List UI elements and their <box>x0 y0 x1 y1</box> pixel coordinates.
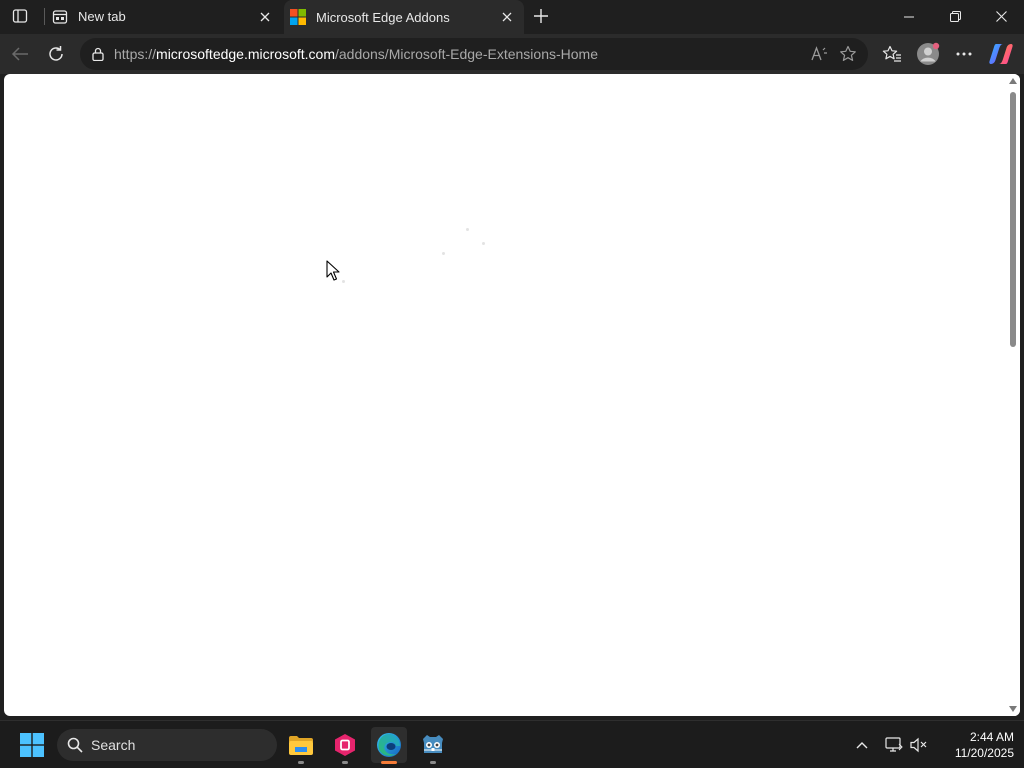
taskbar-app-edge[interactable] <box>371 727 407 764</box>
new-tab-button[interactable] <box>528 4 554 28</box>
favorites-button[interactable] <box>877 39 907 69</box>
folder-icon <box>288 734 314 756</box>
lock-icon[interactable] <box>88 44 108 64</box>
windows-logo-icon <box>20 733 44 757</box>
url-host: microsoftedge.microsoft.com <box>156 46 335 62</box>
tab-new-tab[interactable]: New tab <box>44 0 282 33</box>
restore-icon <box>949 11 961 22</box>
tab-title: Microsoft Edge Addons <box>316 9 450 25</box>
scroll-up-arrow-icon[interactable] <box>1009 78 1017 84</box>
chevron-up-icon <box>856 742 868 749</box>
system-clock[interactable]: 2:44 AM 11/20/2025 <box>938 729 1014 761</box>
close-icon <box>995 11 1007 22</box>
taskbar-app-file-explorer[interactable] <box>283 727 319 764</box>
tab-close-button[interactable] <box>496 6 518 28</box>
close-window-button[interactable] <box>978 0 1024 33</box>
clock-date: 11/20/2025 <box>954 746 1014 760</box>
copilot-button[interactable] <box>986 39 1016 69</box>
address-bar[interactable]: https://microsoftedge.microsoft.com/addo… <box>80 38 868 70</box>
tab-actions-button[interactable] <box>6 4 34 28</box>
tab-actions-icon <box>12 8 28 24</box>
network-icon[interactable] <box>882 733 906 757</box>
page-viewport[interactable] <box>4 74 1020 716</box>
tab-microsoft-edge-addons[interactable]: Microsoft Edge Addons <box>284 0 524 34</box>
url-path: /addons/Microsoft-Edge-Extensions-Home <box>334 46 598 62</box>
start-button[interactable] <box>16 732 48 758</box>
close-icon <box>260 12 270 21</box>
profile-button[interactable] <box>913 39 943 69</box>
taskbar-search[interactable]: Search <box>57 729 277 761</box>
vertical-scrollbar[interactable] <box>1006 74 1020 716</box>
close-icon <box>502 12 512 22</box>
settings-more-button[interactable] <box>949 39 979 69</box>
clock-time: 2:44 AM <box>969 730 1014 744</box>
back-arrow-icon <box>11 47 28 61</box>
plus-icon <box>534 9 548 23</box>
scroll-down-arrow-icon[interactable] <box>1009 706 1017 712</box>
favorites-icon <box>882 45 901 62</box>
edge-icon <box>376 732 402 758</box>
back-button[interactable] <box>5 39 35 69</box>
running-indicator <box>342 761 348 764</box>
tab-title: New tab <box>78 9 126 24</box>
refresh-icon <box>49 46 63 61</box>
search-label: Search <box>91 737 136 753</box>
running-indicator <box>298 761 304 764</box>
scrollbar-thumb[interactable] <box>1010 92 1016 347</box>
active-indicator <box>381 761 397 764</box>
url-text[interactable]: https://microsoftedge.microsoft.com/addo… <box>114 46 806 62</box>
tab-strip: New tab Microsoft Edge Addons <box>0 0 1024 34</box>
mouse-cursor-icon <box>326 260 340 281</box>
taskbar-app-godot[interactable] <box>415 727 451 764</box>
minimize-button[interactable] <box>886 0 932 33</box>
tab-close-button[interactable] <box>254 6 276 28</box>
running-indicator <box>430 761 436 764</box>
newtab-icon <box>52 9 68 25</box>
avatar-icon <box>917 42 940 65</box>
search-icon <box>67 737 83 753</box>
minimize-icon <box>904 16 914 17</box>
read-aloud-icon[interactable] <box>806 40 834 68</box>
more-dots-icon <box>956 52 972 56</box>
volume-muted-icon[interactable] <box>907 733 931 757</box>
favorite-star-icon[interactable] <box>834 40 862 68</box>
show-hidden-icons-button[interactable] <box>850 733 874 757</box>
taskbar-app-pink[interactable] <box>327 727 363 764</box>
copilot-icon <box>989 44 1013 64</box>
godot-icon <box>420 733 446 757</box>
taskbar: Search 2:44 AM 11/20/2025 <box>0 720 1024 768</box>
pink-app-icon <box>333 733 357 757</box>
browser-toolbar: https://microsoftedge.microsoft.com/addo… <box>0 34 1024 74</box>
restore-button[interactable] <box>932 0 978 33</box>
microsoft-logo-icon <box>290 9 306 25</box>
refresh-button[interactable] <box>41 39 71 69</box>
url-prefix: https:// <box>114 46 157 62</box>
